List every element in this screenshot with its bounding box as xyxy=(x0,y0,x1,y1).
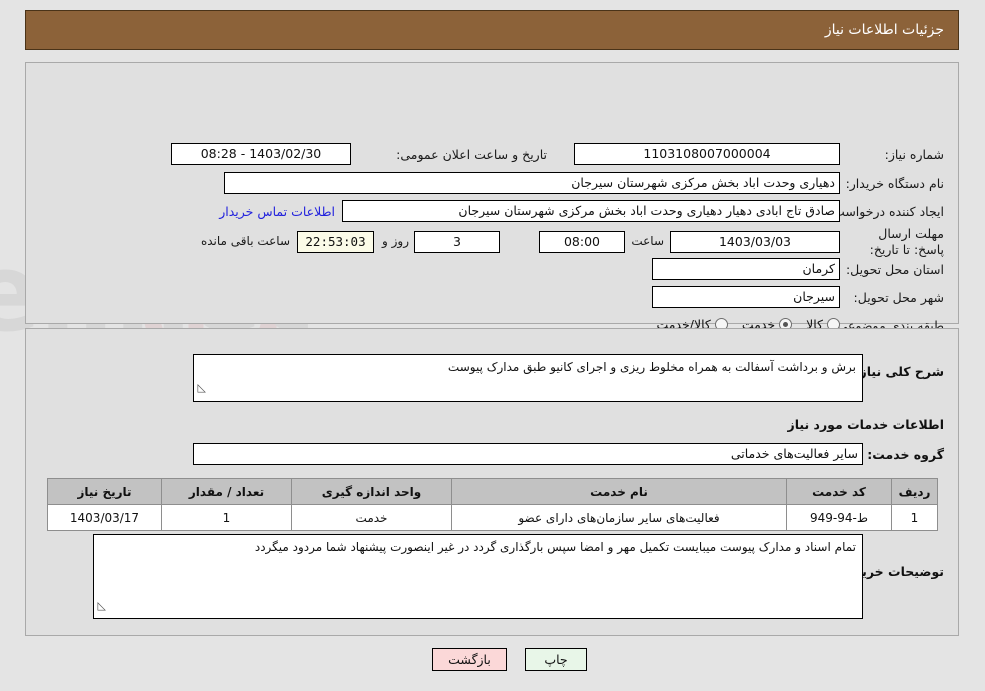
table-cell-0: 1 xyxy=(891,504,938,531)
announce-datetime-label: تاریخ و ساعت اعلان عمومی: xyxy=(396,147,547,162)
table-col-header-4: تعداد / مقدار xyxy=(161,478,292,505)
table-col-header-2: نام خدمت xyxy=(451,478,787,505)
table-cell-2: فعالیت‌های سایر سازمان‌های دارای عضو xyxy=(451,504,787,531)
service-items-table: ردیف کد خدمت نام خدمت واحد اندازه گیری تعداد… xyxy=(47,478,938,531)
table-col-header-1: کد خدمت xyxy=(786,478,892,505)
table-row: 1 ط-94-949 فعالیت‌های سایر سازمان‌های دارا… xyxy=(47,504,938,531)
need-number-label: شماره نیاز: xyxy=(884,147,944,162)
buyer-org-label: نام دستگاه خریدار: xyxy=(845,176,944,191)
table-cell-1: ط-94-949 xyxy=(786,504,892,531)
province-label: استان محل تحویل: xyxy=(845,262,944,277)
table-col-header-3: واحد اندازه گیری xyxy=(291,478,452,505)
need-details-panel: شرح کلی نیاز: برش و برداشت آسفالت به همر… xyxy=(25,328,959,636)
page-title: جزئیات اطلاعات نیاز xyxy=(824,22,944,38)
deadline-days-label: روز و xyxy=(382,234,409,248)
buyer-notes-textarea[interactable]: تمام اسناد و مدارک پیوست میبایست تکمیل م… xyxy=(93,534,863,619)
overall-desc-textarea[interactable]: برش و برداشت آسفالت به همراه مخلوط ریزی … xyxy=(193,354,863,402)
overall-desc-label: شرح کلی نیاز: xyxy=(854,364,944,379)
need-number-value: 1103108007000004 xyxy=(574,143,840,165)
buyer-contact-link[interactable]: اطلاعات تماس خریدار xyxy=(219,204,335,219)
city-value: سیرجان xyxy=(652,286,840,308)
table-cell-3: خدمت xyxy=(291,504,452,531)
countdown-timer: 22:53:03 xyxy=(297,231,374,253)
print-button[interactable]: چاپ xyxy=(525,648,587,671)
city-label: شهر محل تحویل: xyxy=(853,290,944,305)
page-header-bar: جزئیات اطلاعات نیاز xyxy=(25,10,959,50)
buyer-org-value: دهیاری وحدت اباد بخش مرکزی شهرستان سیرجا… xyxy=(224,172,840,194)
need-summary-panel: شماره نیاز: 1103108007000004 تاریخ و ساع… xyxy=(25,62,959,363)
table-cell-5: 1403/03/17 xyxy=(47,504,162,531)
announce-datetime-value: 1403/02/30 - 08:28 xyxy=(171,143,351,165)
province-value: کرمان xyxy=(652,258,840,280)
table-header-row: ردیف کد خدمت نام خدمت واحد اندازه گیری تعداد… xyxy=(47,478,938,505)
table-col-header-0: ردیف xyxy=(891,478,938,505)
service-group-value: سایر فعالیت‌های خدماتی xyxy=(193,443,863,465)
deadline-date-value: 1403/03/03 xyxy=(670,231,840,253)
remaining-hours-label: ساعت باقی مانده xyxy=(200,234,290,248)
back-button[interactable]: بازگشت xyxy=(432,648,507,671)
deadline-days-value: 3 xyxy=(414,231,500,253)
table-col-header-5: تاریخ نیاز xyxy=(47,478,162,505)
requester-label: ایجاد کننده درخواست: xyxy=(828,204,944,219)
service-group-label: گروه خدمت: xyxy=(867,447,944,462)
deadline-hour-value: 08:00 xyxy=(539,231,625,253)
requester-value: صادق تاج ابادی دهیار دهیاری وحدت اباد بخ… xyxy=(342,200,840,222)
page-root: جزئیات اطلاعات نیاز شماره نیاز: 11031080… xyxy=(0,0,985,691)
table-cell-4: 1 xyxy=(161,504,292,531)
deadline-hour-label: ساعت xyxy=(631,234,664,248)
deadline-label: مهلت ارسال پاسخ: تا تاریخ: xyxy=(869,226,944,257)
services-section-title: اطلاعات خدمات مورد نیاز xyxy=(787,417,945,432)
